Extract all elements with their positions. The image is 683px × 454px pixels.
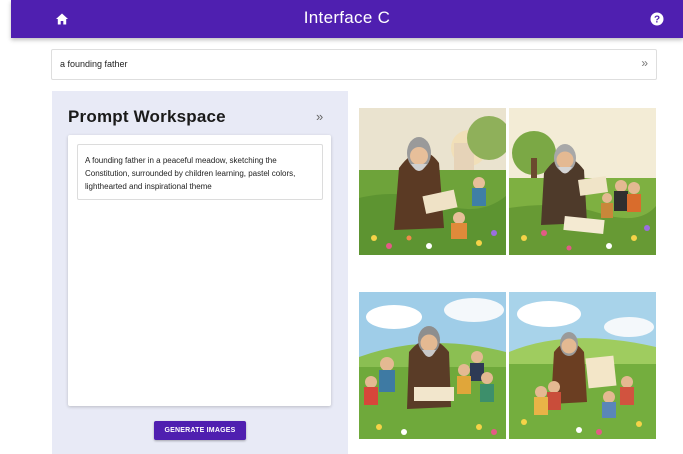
workspace-title: Prompt Workspace xyxy=(68,107,226,126)
prompt-card: A founding father in a peaceful meadow, … xyxy=(68,135,331,406)
svg-text:?: ? xyxy=(654,15,660,26)
generated-image-1[interactable] xyxy=(359,108,506,255)
generated-image-3[interactable] xyxy=(359,292,506,439)
app-header: Interface C ? xyxy=(11,0,683,38)
search-input[interactable] xyxy=(60,56,620,72)
double-chevron-right-icon[interactable]: » xyxy=(641,56,648,70)
search-bar: » xyxy=(51,49,657,80)
prompt-textarea[interactable]: A founding father in a peaceful meadow, … xyxy=(77,144,323,200)
prompt-workspace-panel: Prompt Workspace » A founding father in … xyxy=(52,91,348,454)
double-chevron-right-icon[interactable]: » xyxy=(316,109,323,124)
prompt-text: A founding father in a peaceful meadow, … xyxy=(85,156,296,191)
generate-images-button[interactable]: GENERATE IMAGES xyxy=(154,421,246,440)
generated-image-4[interactable] xyxy=(509,292,656,439)
help-icon[interactable]: ? xyxy=(650,12,664,26)
app-title: Interface C xyxy=(303,8,391,27)
generated-image-2[interactable] xyxy=(509,108,656,255)
